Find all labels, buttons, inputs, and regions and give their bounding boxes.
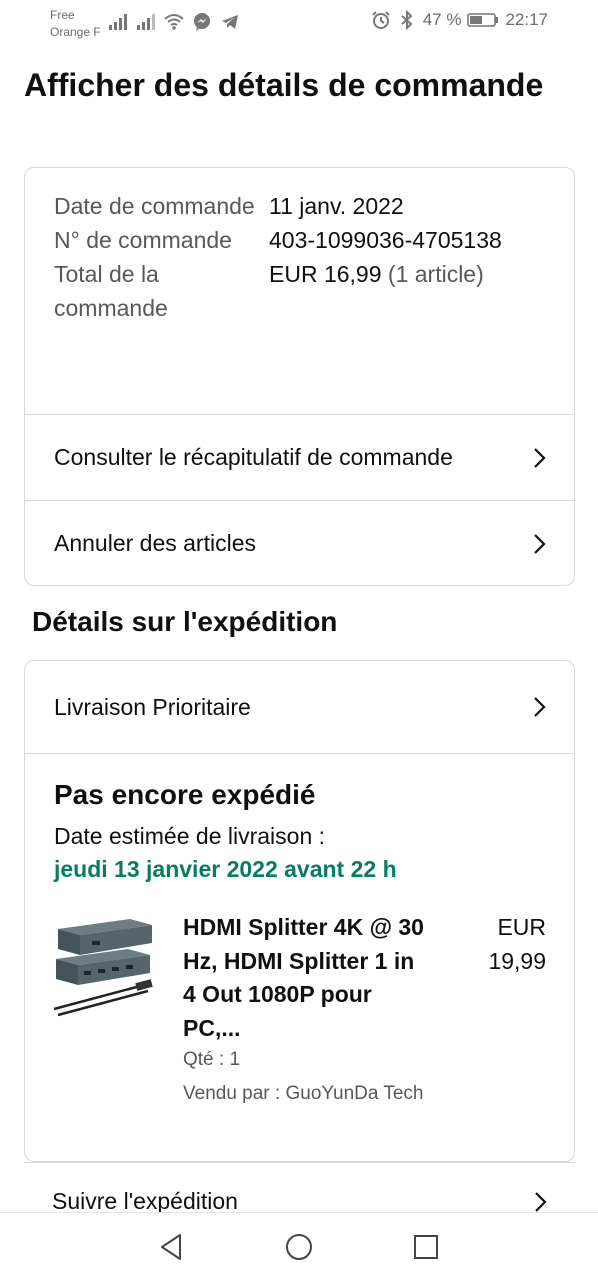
signal-icon <box>109 14 127 30</box>
chevron-right-icon <box>534 447 546 468</box>
product-title[interactable]: HDMI Splitter 4K @ 30 Hz, HDMI Splitter … <box>183 911 433 1045</box>
shipment-status: Pas encore expédié <box>54 779 316 810</box>
recents-icon[interactable] <box>410 1231 442 1263</box>
status-bar: Free Orange F 47 % 22:17 <box>0 0 598 46</box>
product-image[interactable] <box>52 911 158 1021</box>
order-number-row: N° de commande 403-1099036-4705138 <box>54 223 554 257</box>
estimated-delivery-label: Date estimée de livraison : <box>54 823 326 849</box>
cancel-items-label: Annuler des articles <box>54 530 256 556</box>
telegram-icon <box>222 15 238 29</box>
messenger-icon <box>194 13 210 31</box>
estimated-delivery-date: jeudi 13 janvier 2022 avant 22 h <box>54 856 397 882</box>
product-seller: Vendu par : GuoYunDa Tech <box>183 1083 424 1104</box>
track-shipment-link[interactable]: Suivre l'expédition <box>24 1168 575 1214</box>
product-quantity: Qté : 1 <box>183 1049 241 1070</box>
battery-percent: 47 % <box>422 10 462 29</box>
hdmi-splitter-icon <box>53 919 153 1017</box>
view-order-summary-label: Consulter le récapitulatif de commande <box>54 444 453 470</box>
order-total-label: Total de la commande <box>54 261 168 321</box>
shipment-card: Livraison Prioritaire Pas encore expédié… <box>24 660 575 1162</box>
status-icons-right: 47 % 22:17 <box>371 10 548 30</box>
order-item-count: (1 article) <box>387 261 484 287</box>
back-icon[interactable] <box>156 1231 188 1263</box>
chevron-right-icon <box>535 1192 547 1212</box>
order-summary-card: Date de commande 11 janv. 2022 N° de com… <box>24 167 575 586</box>
order-date-label: Date de commande <box>54 193 255 219</box>
carrier-line2: Orange F <box>50 25 101 39</box>
view-order-summary-link[interactable]: Consulter le récapitulatif de commande <box>25 415 574 500</box>
bluetooth-icon <box>401 10 413 30</box>
track-shipment-label: Suivre l'expédition <box>52 1188 238 1214</box>
alarm-icon <box>371 11 390 29</box>
home-icon[interactable] <box>283 1231 315 1263</box>
shipping-section-title: Détails sur l'expédition <box>32 606 338 637</box>
chevron-right-icon <box>534 697 546 717</box>
divider <box>24 1162 575 1163</box>
wifi-icon <box>164 14 184 30</box>
order-date-row: Date de commande 11 janv. 2022 <box>54 189 554 223</box>
order-info: Date de commande 11 janv. 2022 N° de com… <box>54 189 554 325</box>
status-icons-left <box>108 12 240 32</box>
order-total-amount: EUR 16,99 <box>269 261 382 287</box>
order-total-row: Total de la commande EUR 16,99 (1 articl… <box>54 257 554 325</box>
cancel-items-link[interactable]: Annuler des articles <box>25 501 574 585</box>
chevron-right-icon <box>534 533 546 554</box>
carrier-line1: Free <box>50 8 75 22</box>
order-number-value: 403-1099036-4705138 <box>269 227 502 253</box>
carrier-label: Free Orange F <box>50 7 101 41</box>
delivery-method-link[interactable]: Livraison Prioritaire <box>25 661 574 753</box>
status-time: 22:17 <box>505 10 548 29</box>
order-total-value: EUR 16,99 (1 article) <box>269 257 484 325</box>
signal-icon <box>137 14 155 30</box>
order-date-value: 11 janv. 2022 <box>269 193 404 219</box>
system-navigation-bar <box>0 1212 598 1280</box>
delivery-method-label: Livraison Prioritaire <box>54 693 251 720</box>
page-title: Afficher des détails de commande <box>24 67 544 103</box>
battery-icon <box>467 13 499 27</box>
order-number-label: N° de commande <box>54 227 232 253</box>
divider <box>25 753 574 754</box>
product-price: EUR 19,99 <box>488 914 546 974</box>
